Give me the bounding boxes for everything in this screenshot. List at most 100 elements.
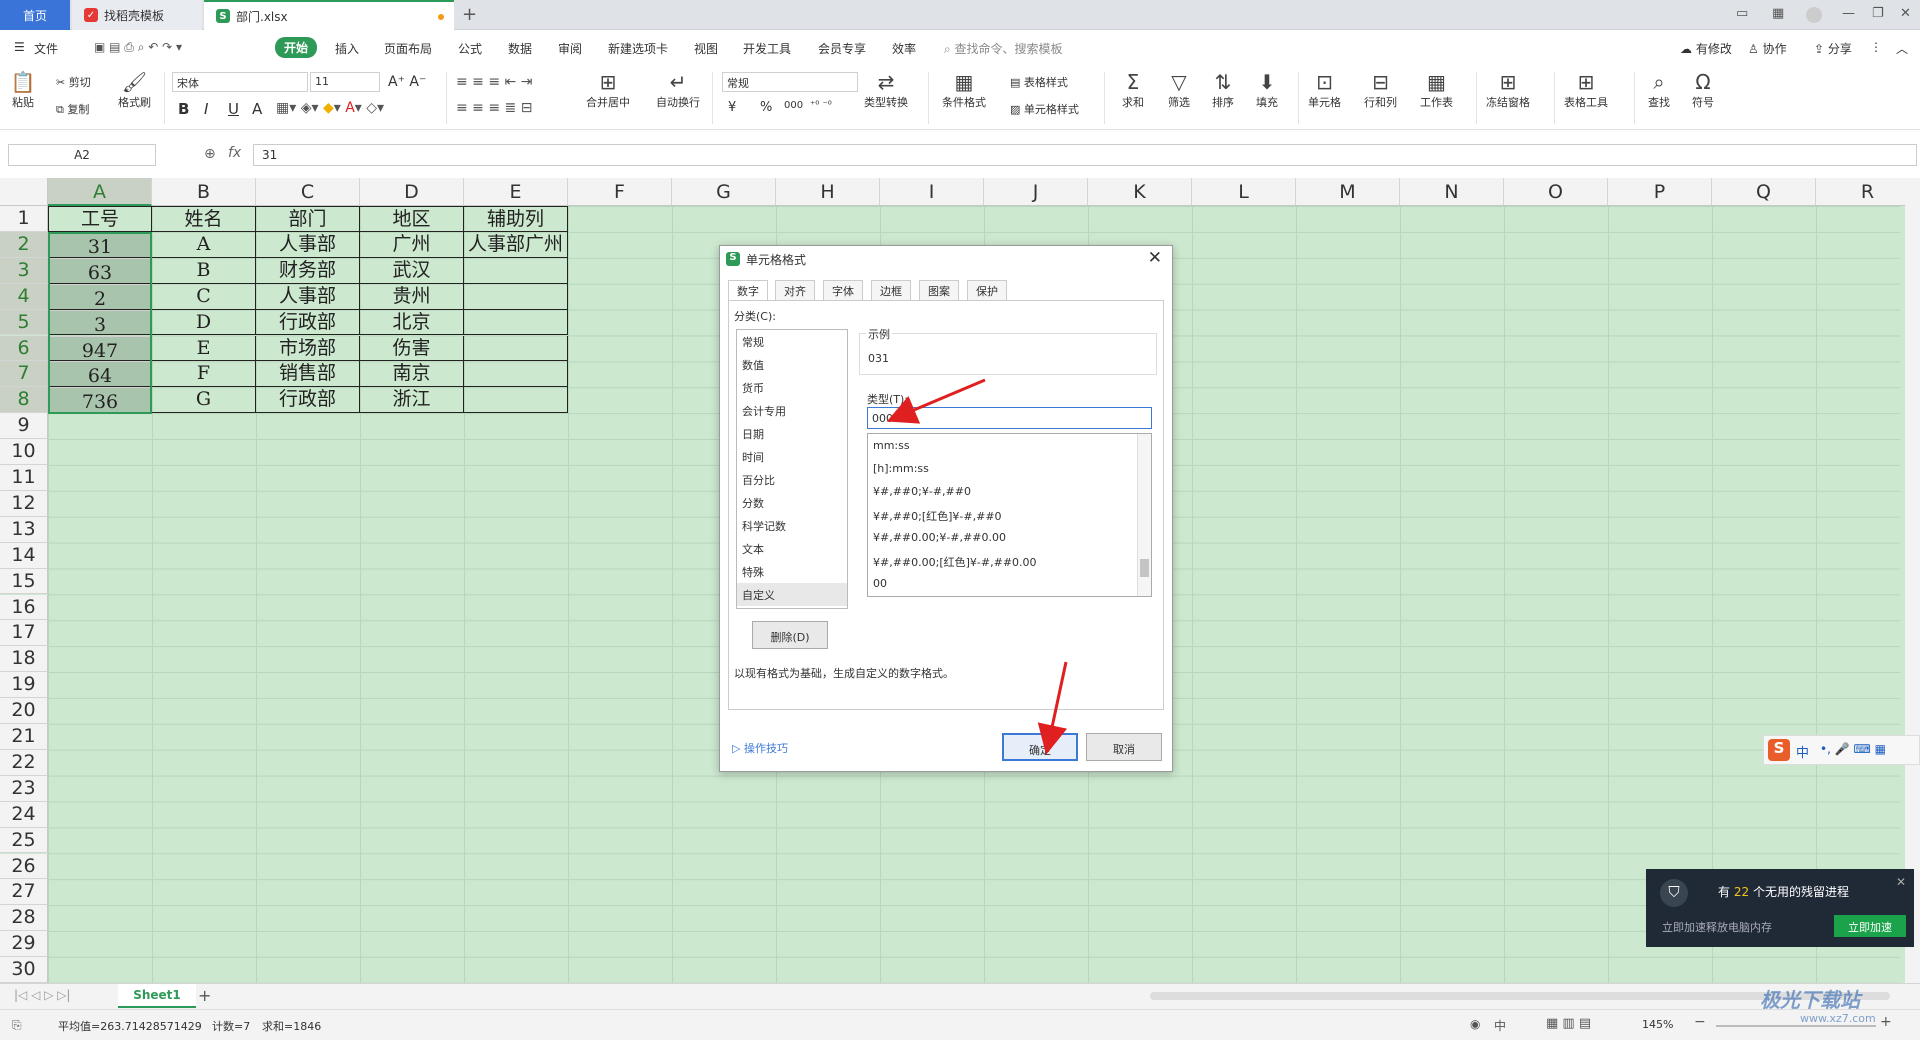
- column-header[interactable]: J: [984, 178, 1088, 206]
- row-header[interactable]: 20: [0, 698, 48, 724]
- table-cell[interactable]: 行政部: [256, 387, 360, 414]
- table-cell[interactable]: F: [152, 361, 256, 388]
- table-cell[interactable]: 贵州: [360, 283, 464, 310]
- table-cell[interactable]: C: [152, 283, 256, 310]
- view-mode-icons[interactable]: ▦ ▥ ▤: [1546, 1016, 1591, 1031]
- column-header[interactable]: L: [1192, 178, 1296, 206]
- sheet-nav-icons[interactable]: |◁ ◁ ▷ ▷|: [14, 988, 70, 1002]
- table-cell[interactable]: [464, 309, 568, 336]
- table-cell[interactable]: [464, 387, 568, 414]
- ime-lang[interactable]: 中: [1796, 742, 1809, 761]
- table-cell[interactable]: 人事部: [256, 283, 360, 310]
- paste-button[interactable]: 📋 粘贴: [10, 70, 36, 110]
- category-item[interactable]: 日期: [737, 422, 847, 445]
- freeze-button[interactable]: ⊞ 冻结窗格: [1486, 70, 1530, 110]
- menu-start[interactable]: 开始: [275, 37, 318, 58]
- menu-review[interactable]: 审阅: [558, 40, 582, 57]
- tab-template[interactable]: ✓ 找稻壳模板: [72, 0, 202, 30]
- row-header[interactable]: 12: [0, 490, 48, 517]
- symbol-button[interactable]: Ω 符号: [1690, 70, 1716, 110]
- zoom-out-icon[interactable]: −: [1694, 1014, 1706, 1030]
- ime-tool-icons[interactable]: •, 🎤 ⌨ ▦: [1820, 742, 1886, 756]
- select-all-corner[interactable]: [0, 178, 48, 206]
- category-item[interactable]: 常规: [737, 330, 847, 353]
- row-header[interactable]: 7: [0, 361, 48, 388]
- filter-button[interactable]: ▽ 筛选: [1166, 70, 1192, 110]
- column-header[interactable]: Q: [1712, 178, 1816, 206]
- row-header[interactable]: 17: [0, 620, 48, 647]
- menu-member[interactable]: 会员专享: [818, 40, 866, 57]
- row-header[interactable]: 24: [0, 801, 48, 828]
- category-item[interactable]: 科学记数: [737, 514, 847, 537]
- table-cell[interactable]: D: [152, 309, 256, 336]
- cell-button[interactable]: ⊡ 单元格: [1308, 70, 1341, 110]
- tab-pattern[interactable]: 图案: [919, 280, 959, 300]
- merge-center-button[interactable]: ⊞ 合并居中: [586, 70, 630, 110]
- table-cell[interactable]: E: [152, 335, 256, 362]
- find-button[interactable]: ⌕ 查找: [1646, 70, 1672, 110]
- menu-page-layout[interactable]: 页面布局: [384, 40, 432, 57]
- border-format-icons[interactable]: ▦▾ ◈▾ ◆▾ A▾ ◇▾: [276, 100, 384, 116]
- row-header[interactable]: 18: [0, 646, 48, 673]
- table-cell[interactable]: [464, 361, 568, 388]
- column-header[interactable]: B: [152, 178, 256, 206]
- category-item-selected[interactable]: 自定义: [737, 583, 847, 606]
- formula-input[interactable]: 31: [253, 144, 1917, 166]
- menu-insert[interactable]: 插入: [335, 40, 359, 57]
- align-top-icons[interactable]: ≡ ≡ ≡ ⇤ ⇥: [456, 74, 532, 90]
- column-header[interactable]: M: [1296, 178, 1400, 206]
- underline-button[interactable]: U: [228, 100, 239, 118]
- table-cell[interactable]: [464, 335, 568, 362]
- row-header[interactable]: 4: [0, 283, 48, 310]
- category-item[interactable]: 百分比: [737, 468, 847, 491]
- zoom-level[interactable]: 145%: [1642, 1018, 1673, 1031]
- column-header[interactable]: H: [776, 178, 880, 206]
- column-header[interactable]: P: [1608, 178, 1712, 206]
- close-icon[interactable]: ✕: [1148, 248, 1162, 268]
- format-item[interactable]: 00: [868, 572, 1151, 595]
- avatar[interactable]: [1806, 7, 1822, 23]
- column-header[interactable]: F: [568, 178, 672, 206]
- row-header[interactable]: 5: [0, 309, 48, 336]
- sheet-tab-sheet1[interactable]: Sheet1: [118, 984, 196, 1008]
- row-header[interactable]: 2: [0, 231, 48, 258]
- row-header[interactable]: 10: [0, 439, 48, 465]
- table-cell[interactable]: 行政部: [256, 309, 360, 336]
- row-header[interactable]: 29: [0, 931, 48, 958]
- menu-file[interactable]: 文件: [34, 40, 58, 57]
- row-header[interactable]: 3: [0, 257, 48, 284]
- command-search[interactable]: ⌕ 查找命令、搜索模板: [944, 40, 1063, 57]
- tips-link[interactable]: ▷ 操作技巧: [732, 740, 788, 756]
- row-header[interactable]: 11: [0, 465, 48, 491]
- tab-home[interactable]: 首页: [0, 0, 70, 30]
- row-header[interactable]: 1: [0, 206, 48, 232]
- macro-icon[interactable]: ⎘: [12, 1018, 22, 1033]
- has-changes-button[interactable]: ☁ 有修改: [1680, 40, 1732, 57]
- format-painter-button[interactable]: 🖌 格式刷: [118, 70, 151, 110]
- collab-button[interactable]: ♙ 协作: [1748, 40, 1787, 57]
- menu-developer[interactable]: 开发工具: [743, 40, 791, 57]
- cancel-button[interactable]: 取消: [1086, 733, 1162, 761]
- fx-icon[interactable]: fx: [228, 145, 241, 161]
- ok-button[interactable]: 确定: [1002, 733, 1078, 761]
- zoom-formula-icon[interactable]: ⊕: [204, 146, 216, 162]
- column-header[interactable]: A: [48, 178, 152, 206]
- menu-formula[interactable]: 公式: [458, 40, 482, 57]
- layout-icon[interactable]: ▭: [1736, 6, 1748, 21]
- format-list-scrollbar[interactable]: [1137, 434, 1151, 596]
- tab-alignment[interactable]: 对齐: [775, 280, 815, 300]
- column-header[interactable]: I: [880, 178, 984, 206]
- status-ime[interactable]: 中: [1494, 1017, 1506, 1034]
- currency-button[interactable]: ¥: [728, 100, 736, 115]
- zoom-slider[interactable]: [1716, 1025, 1876, 1027]
- category-item[interactable]: 数值: [737, 353, 847, 376]
- thousands-button[interactable]: 000: [784, 100, 803, 111]
- bold-button[interactable]: B: [178, 100, 189, 118]
- header-cell[interactable]: 部门: [256, 206, 360, 232]
- more-icon[interactable]: ⋮: [1870, 40, 1882, 54]
- row-col-button[interactable]: ⊟ 行和列: [1364, 70, 1397, 110]
- copy-button[interactable]: ⧉ 复制: [56, 101, 89, 117]
- new-tab-button[interactable]: +: [462, 4, 477, 25]
- category-item[interactable]: 会计专用: [737, 399, 847, 422]
- row-header[interactable]: 15: [0, 568, 48, 595]
